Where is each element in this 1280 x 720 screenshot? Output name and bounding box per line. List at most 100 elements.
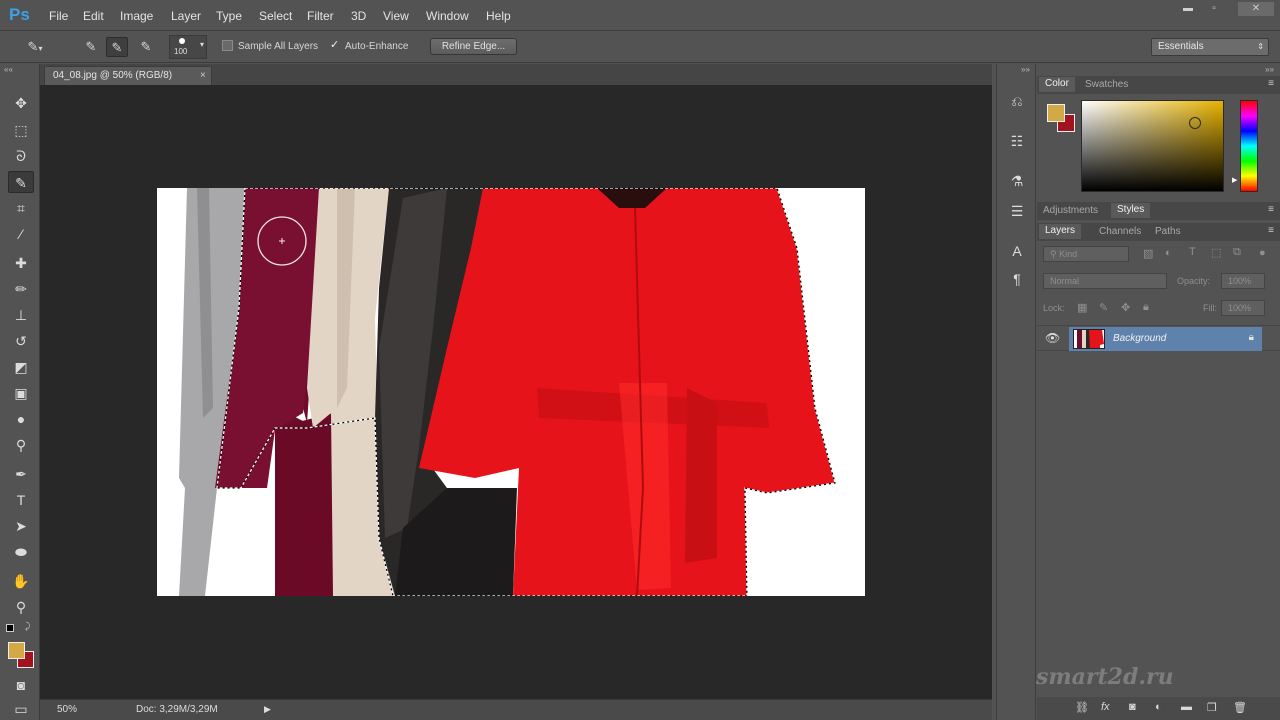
history-panel-button[interactable]: ⎌ <box>1005 90 1029 112</box>
properties-panel-button[interactable]: ☷ <box>1005 130 1029 152</box>
panel-menu-icon[interactable]: ≡ <box>1268 78 1274 89</box>
panel-menu-icon[interactable]: ≡ <box>1268 225 1274 236</box>
eraser-tool[interactable]: ◩ <box>8 356 34 378</box>
lock-transparency-icon[interactable]: ▦ <box>1077 301 1087 314</box>
document-image[interactable] <box>157 188 865 596</box>
swap-colors-icon[interactable]: ⤸ <box>25 621 30 632</box>
gradient-tool[interactable]: ▣ <box>8 382 34 404</box>
quick-mask-button[interactable]: ◙ <box>8 674 34 696</box>
new-layer-icon[interactable]: ❐ <box>1207 701 1217 714</box>
hand-tool[interactable]: ✋ <box>8 570 34 592</box>
menu-edit[interactable]: Edit <box>83 9 104 23</box>
marquee-tool[interactable]: ⬚ <box>8 119 34 141</box>
color-spectrum-field[interactable] <box>1081 100 1224 192</box>
layer-filter-select[interactable]: ⚲ Kind <box>1043 246 1129 262</box>
lock-position-icon[interactable]: ✥ <box>1121 301 1130 314</box>
opacity-input[interactable]: 100% <box>1221 273 1265 289</box>
clone-stamp-tool[interactable]: ⊥ <box>8 304 34 326</box>
tool-preset-picker[interactable]: ✎▾ <box>24 37 46 57</box>
brush-tool[interactable]: ✏ <box>8 278 34 300</box>
filter-adjustment-icon[interactable]: ◐ <box>1165 247 1172 259</box>
blend-mode-select[interactable]: Normal <box>1043 273 1167 289</box>
history-brush-tool[interactable]: ↺ <box>8 330 34 352</box>
add-mask-icon[interactable]: ◙ <box>1129 701 1136 713</box>
document-tab[interactable]: 04_08.jpg @ 50% (RGB/8) × <box>44 66 212 85</box>
dodge-tool[interactable]: ⚲ <box>8 434 34 456</box>
eye-icon[interactable]: 👁︎ <box>1045 331 1060 345</box>
link-layers-icon[interactable]: ⛓ <box>1075 701 1089 714</box>
ellipse-tool[interactable]: ⬬ <box>8 541 34 563</box>
menu-help[interactable]: Help <box>486 9 511 23</box>
pen-tool[interactable]: ✒ <box>8 463 34 485</box>
menu-image[interactable]: Image <box>120 9 153 23</box>
lock-pixels-icon[interactable]: ✎ <box>1099 301 1108 314</box>
subtract-from-selection-button[interactable]: ✎ <box>135 37 157 57</box>
crop-tool[interactable]: ⌗ <box>8 197 34 219</box>
tab-layers[interactable]: Layers <box>1039 224 1082 239</box>
panels-collapse-icon[interactable]: »» <box>1265 65 1274 74</box>
type-tool[interactable]: T <box>8 489 34 511</box>
brush-panel-button[interactable]: ⚗ <box>1005 170 1029 192</box>
menu-layer[interactable]: Layer <box>171 9 201 23</box>
move-tool[interactable]: ✥ <box>8 92 34 114</box>
blur-tool[interactable]: ● <box>8 408 34 430</box>
screen-mode-button[interactable]: ▭ <box>8 698 34 717</box>
refine-edge-button[interactable]: Refine Edge... <box>430 38 517 55</box>
filter-pixel-icon[interactable]: ▧ <box>1143 247 1153 260</box>
lock-all-icon[interactable]: 🔒︎ <box>1143 301 1149 314</box>
menu-file[interactable]: File <box>49 9 68 23</box>
auto-enhance-checkbox[interactable]: ✓ <box>329 40 340 51</box>
menu-filter[interactable]: Filter <box>307 9 334 23</box>
filter-type-icon[interactable]: T <box>1189 246 1196 258</box>
sample-all-layers-checkbox[interactable] <box>222 40 233 51</box>
tab-swatches[interactable]: Swatches <box>1085 79 1128 90</box>
character-panel-button[interactable]: A <box>1005 240 1029 262</box>
toolbox-collapse-icon[interactable]: «« <box>4 65 13 74</box>
tab-paths[interactable]: Paths <box>1155 226 1181 237</box>
layer-style-icon[interactable]: fx <box>1101 701 1110 713</box>
workspace-select[interactable]: Essentials ⇕ <box>1151 38 1269 56</box>
delete-layer-icon[interactable]: 🗑︎ <box>1233 701 1247 714</box>
zoom-level[interactable]: 50% <box>57 704 77 715</box>
menu-type[interactable]: Type <box>216 9 242 23</box>
color-picker-handle[interactable] <box>1189 117 1201 129</box>
tab-styles[interactable]: Styles <box>1111 203 1151 218</box>
default-colors-icon[interactable] <box>6 624 14 632</box>
brush-size-picker[interactable]: 100 ▾ <box>169 35 207 59</box>
add-to-selection-button[interactable]: ✎ <box>106 37 128 57</box>
path-selection-tool[interactable]: ➤ <box>8 515 34 537</box>
new-selection-button[interactable]: ✎ <box>80 37 102 57</box>
hue-slider-handle[interactable]: ▶ <box>1232 176 1237 184</box>
menu-window[interactable]: Window <box>426 9 469 23</box>
restore-button[interactable]: ▫ <box>1201 2 1227 16</box>
eyedropper-tool[interactable]: ⁄ <box>8 223 34 245</box>
menu-view[interactable]: View <box>383 9 409 23</box>
layer-name[interactable]: Background <box>1113 333 1166 344</box>
foreground-color-swatch[interactable] <box>8 642 25 659</box>
close-window-button[interactable]: ✕ <box>1238 2 1274 16</box>
brush-presets-button[interactable]: ☰ <box>1005 200 1029 222</box>
filter-shape-icon[interactable]: ⬚ <box>1211 246 1221 259</box>
lasso-tool[interactable]: ᘐ <box>8 145 34 167</box>
layer-row-background[interactable]: 👁︎ Background 🔒︎ <box>1037 325 1280 351</box>
paragraph-panel-button[interactable]: ¶ <box>1005 268 1029 290</box>
menu-3d[interactable]: 3D <box>351 9 366 23</box>
color-foreground-swatch[interactable] <box>1047 104 1065 122</box>
zoom-tool[interactable]: ⚲ <box>8 596 34 618</box>
filter-toggle-icon[interactable]: ● <box>1259 247 1266 259</box>
panel-menu-icon[interactable]: ≡ <box>1268 204 1274 215</box>
hue-slider[interactable] <box>1240 100 1258 192</box>
tab-channels[interactable]: Channels <box>1099 226 1141 237</box>
tab-adjustments[interactable]: Adjustments <box>1043 205 1098 216</box>
close-document-icon[interactable]: × <box>200 67 206 85</box>
dock-collapse-icon[interactable]: »» <box>1021 65 1030 74</box>
canvas-area[interactable] <box>40 85 992 699</box>
menu-select[interactable]: Select <box>259 9 292 23</box>
adjustment-layer-icon[interactable]: ◐ <box>1155 701 1162 713</box>
healing-brush-tool[interactable]: ✚ <box>8 252 34 274</box>
new-group-icon[interactable]: ▬ <box>1181 701 1192 713</box>
minimize-button[interactable]: ▬ <box>1175 2 1201 16</box>
fill-input[interactable]: 100% <box>1221 300 1265 316</box>
tab-color[interactable]: Color <box>1039 77 1075 92</box>
quick-selection-tool[interactable]: ✎ <box>8 171 34 193</box>
